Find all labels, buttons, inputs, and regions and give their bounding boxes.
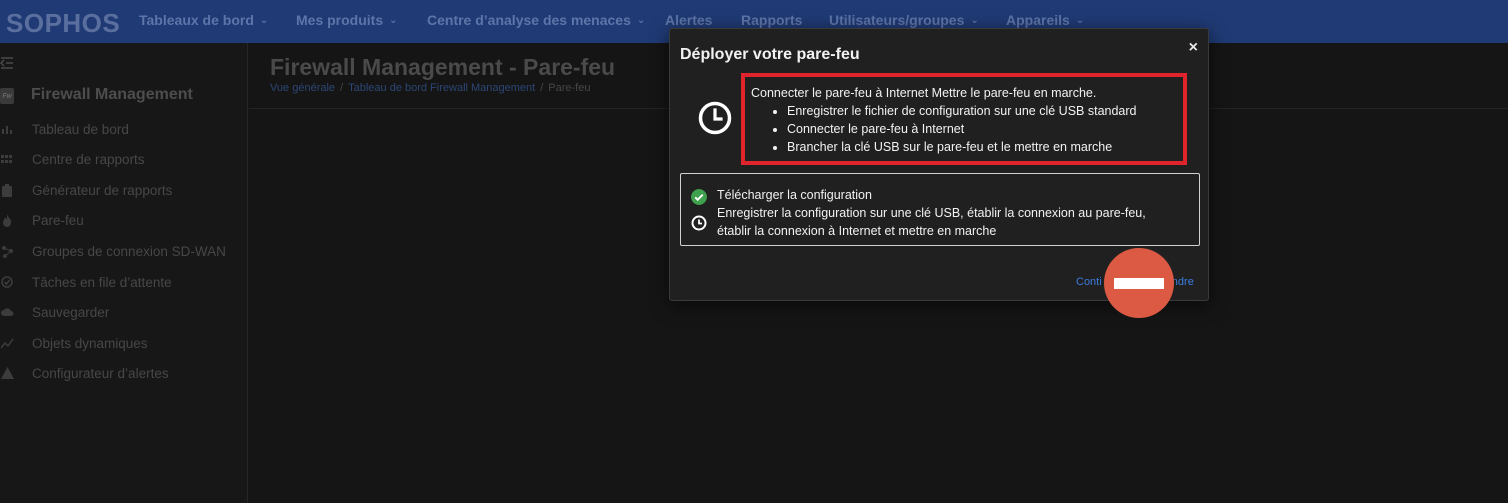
status-pending-line-1: Enregistrer la configuration sur une clé… bbox=[717, 206, 1146, 220]
nav-appareils[interactable]: Appareils ⌄ bbox=[1006, 12, 1084, 28]
nav-label: Centre d’analyse des menaces bbox=[427, 12, 631, 28]
breadcrumb-link-vue-generale[interactable]: Vue générale bbox=[270, 82, 335, 94]
collapse-sidebar-icon[interactable] bbox=[0, 56, 14, 72]
nav-mes-produits[interactable]: Mes produits ⌄ bbox=[296, 12, 398, 28]
dialog-title: Déployer votre pare-feu bbox=[680, 46, 860, 63]
chevron-down-icon: ⌄ bbox=[1075, 14, 1085, 26]
bar-chart-icon bbox=[0, 122, 14, 136]
chevron-down-icon: ⌄ bbox=[636, 14, 646, 26]
clock-icon bbox=[691, 215, 707, 231]
grid-icon bbox=[0, 152, 14, 166]
deploy-firewall-dialog: Déployer votre pare-feu × Connecter le p… bbox=[669, 28, 1209, 318]
chevron-down-icon: ⌄ bbox=[259, 14, 269, 26]
check-circle-icon bbox=[691, 189, 707, 205]
redaction-bar bbox=[1114, 278, 1164, 289]
chevron-down-icon: ⌄ bbox=[389, 14, 398, 26]
chevron-down-icon: ⌄ bbox=[970, 14, 979, 26]
nav-alertes[interactable]: Alertes bbox=[665, 12, 712, 28]
sidebar-item-objets-dynamiques[interactable]: Objets dynamiques bbox=[0, 331, 246, 355]
breadcrumb-separator: / bbox=[540, 82, 544, 94]
current-step-instructions: Connecter le pare-feu à Internet Mettre … bbox=[751, 84, 1137, 156]
flame-icon bbox=[0, 213, 14, 227]
sidebar-item-label: Sauvegarder bbox=[32, 304, 110, 320]
nav-label: Utilisateurs/groupes bbox=[829, 12, 965, 28]
sidebar-item-label: Tableau de bord bbox=[32, 121, 129, 137]
sidebar-item-centre-de-rapports[interactable]: Centre de rapports bbox=[0, 147, 246, 171]
network-icon bbox=[0, 244, 14, 258]
continue-link-text-start: Conti bbox=[1076, 276, 1102, 288]
sidebar-item-sauvegarder[interactable]: Sauvegarder bbox=[0, 300, 246, 324]
step-bullet: Connecter le pare-feu à Internet bbox=[787, 120, 1137, 138]
breadcrumb-current: Pare-feu bbox=[548, 82, 591, 94]
sidebar-item-label: Objets dynamiques bbox=[32, 335, 148, 351]
redaction-marker bbox=[1104, 248, 1174, 318]
nav-label: Appareils bbox=[1006, 12, 1070, 28]
nav-centre-analyse-menaces[interactable]: Centre d’analyse des menaces ⌄ bbox=[427, 12, 645, 28]
breadcrumb-link-tableau-de-bord[interactable]: Tableau de bord Firewall Management bbox=[348, 82, 535, 94]
nav-label: Rapports bbox=[741, 12, 803, 28]
sidebar-item-tableau-de-bord[interactable]: Tableau de bord bbox=[0, 117, 246, 141]
check-circle-icon bbox=[0, 275, 14, 289]
sidebar-item-taches[interactable]: Tâches en file d’attente bbox=[0, 270, 246, 294]
step-bullet-list: Enregistrer le fichier de configuration … bbox=[787, 102, 1137, 156]
sidebar-item-sd-wan[interactable]: Groupes de connexion SD-WAN bbox=[0, 239, 246, 263]
sidebar-item-label: Pare-feu bbox=[32, 212, 84, 228]
nav-tableaux-de-bord[interactable]: Tableaux de bord ⌄ bbox=[139, 12, 268, 28]
close-icon[interactable]: × bbox=[1189, 39, 1198, 57]
status-download-config: Télécharger la configuration bbox=[717, 188, 872, 202]
clock-icon bbox=[698, 101, 732, 135]
sidebar-item-label: Groupes de connexion SD-WAN bbox=[32, 243, 226, 259]
warning-icon bbox=[0, 366, 14, 380]
breadcrumb-separator: / bbox=[340, 82, 344, 94]
sidebar-title: Firewall Management bbox=[31, 86, 193, 103]
sidebar-item-pare-feu[interactable]: Pare-feu bbox=[0, 208, 246, 232]
step-bullet: Brancher la clé USB sur le pare-feu et l… bbox=[787, 138, 1137, 156]
nav-utilisateurs-groupes[interactable]: Utilisateurs/groupes ⌄ bbox=[829, 12, 979, 28]
sidebar-item-label: Tâches en file d’attente bbox=[32, 274, 172, 290]
nav-rapports[interactable]: Rapports bbox=[741, 12, 802, 28]
step-bullet: Enregistrer le fichier de configuration … bbox=[787, 102, 1137, 120]
clipboard-icon bbox=[0, 183, 14, 197]
deployment-status-list: Télécharger la configuration Enregistrer… bbox=[680, 173, 1200, 246]
sophos-logo[interactable]: SOPHOS bbox=[6, 8, 120, 39]
sidebar-item-generateur-de-rapports[interactable]: Générateur de rapports bbox=[0, 178, 246, 202]
sidebar-item-label: Générateur de rapports bbox=[32, 182, 173, 198]
breadcrumb: Vue générale / Tableau de bord Firewall … bbox=[270, 82, 590, 94]
sidebar-item-configurateur-alertes[interactable]: Configurateur d’alertes bbox=[0, 361, 246, 385]
nav-label: Mes produits bbox=[296, 12, 384, 28]
firewall-product-icon: Fw bbox=[0, 88, 14, 104]
step-heading: Connecter le pare-feu à Internet Mettre … bbox=[751, 86, 1097, 100]
nav-label: Alertes bbox=[665, 12, 713, 28]
cloud-icon bbox=[0, 305, 14, 319]
sidebar-item-label: Centre de rapports bbox=[32, 151, 145, 167]
status-pending-line-2: établir la connexion à Internet et mettr… bbox=[717, 224, 997, 238]
nav-label: Tableaux de bord bbox=[139, 12, 254, 28]
sidebar-item-label: Configurateur d’alertes bbox=[32, 365, 169, 381]
page-title: Firewall Management - Pare-feu bbox=[270, 54, 616, 80]
trend-icon bbox=[0, 336, 14, 350]
